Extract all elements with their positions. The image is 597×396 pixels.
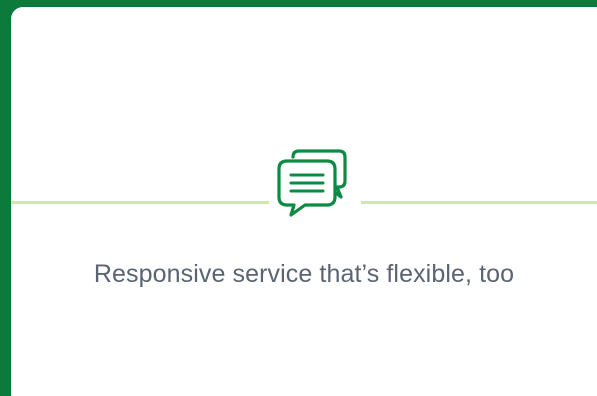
page-frame: Responsive service that’s flexible, too: [0, 0, 597, 396]
feature-card: Responsive service that’s flexible, too: [11, 7, 597, 396]
feature-text: Responsive service that’s flexible, too: [93, 260, 515, 288]
chat-bubbles-icon: [269, 147, 361, 231]
